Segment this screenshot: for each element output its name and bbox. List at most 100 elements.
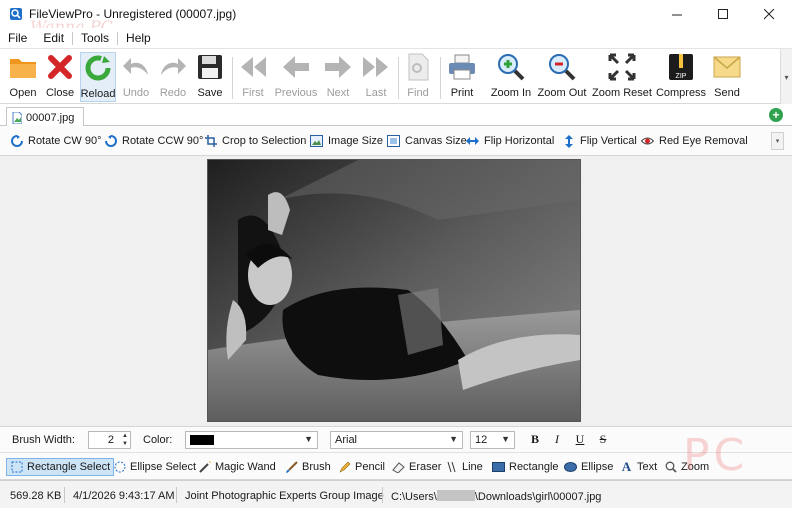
zoom-tool-icon (664, 461, 677, 474)
bold-button[interactable]: B (528, 432, 542, 448)
minimize-icon (671, 14, 682, 15)
arrow-left-icon (281, 52, 311, 82)
save-button[interactable]: Save (194, 52, 226, 102)
crop-icon (204, 135, 217, 148)
crop-to-selection-button[interactable]: Crop to Selection (204, 133, 306, 149)
chevron-down-icon: ▼ (304, 434, 313, 444)
rectangle-select-icon (10, 461, 23, 474)
floppy-disk-icon (195, 52, 225, 82)
file-path: C:\Users\ \Downloads\girl\00007.jpg (391, 490, 602, 503)
canvas-size-button[interactable]: Canvas Size (387, 133, 467, 149)
watermark-pc: PC (683, 430, 749, 481)
arrow-right-icon (323, 52, 353, 82)
zoom-reset-button[interactable]: Zoom Reset (592, 52, 652, 102)
toolbar-divider (232, 57, 233, 99)
first-icon (238, 52, 268, 82)
find-icon (403, 52, 433, 82)
tool-ellipse-select[interactable]: Ellipse Select (110, 458, 199, 476)
last-button[interactable]: Last (360, 52, 392, 102)
rectangle-icon (492, 461, 505, 474)
title-bar: FileViewPro - Unregistered (00007.jpg) (0, 0, 792, 28)
rotate-cw-button[interactable]: Rotate CW 90° (10, 133, 101, 149)
flip-vertical-button[interactable]: Flip Vertical (562, 133, 637, 149)
red-eye-removal-button[interactable]: Red Eye Removal (641, 133, 748, 149)
tool-rectangle[interactable]: Rectangle (489, 458, 562, 476)
close-file-button[interactable]: Close (44, 52, 76, 102)
flip-vertical-icon (562, 134, 575, 148)
folder-icon (8, 52, 38, 82)
image-edit-toolbar: Rotate CW 90° Rotate CCW 90° Crop to Sel… (0, 126, 792, 156)
ellipse-select-icon (113, 461, 126, 474)
edit-toolbar-overflow-button[interactable]: ▾ (771, 132, 784, 150)
tool-magic-wand[interactable]: Magic Wand (195, 458, 279, 476)
image-canvas (0, 156, 792, 426)
undo-button[interactable]: Undo (120, 52, 152, 102)
tool-line[interactable]: Line (442, 458, 486, 476)
redo-button[interactable]: Redo (156, 52, 190, 102)
image-size-icon (310, 135, 323, 148)
tool-rectangle-select[interactable]: Rectangle Select (6, 458, 115, 476)
compress-button[interactable]: ZIP Compress (656, 52, 706, 102)
reload-icon (83, 53, 113, 83)
zoom-reset-icon (607, 52, 637, 82)
previous-button[interactable]: Previous (274, 52, 318, 102)
underline-button[interactable]: U (573, 432, 587, 448)
tool-pencil[interactable]: Pencil (335, 458, 388, 476)
flip-horizontal-button[interactable]: Flip Horizontal (466, 133, 554, 149)
send-button[interactable]: Send (711, 52, 743, 102)
brush-width-label: Brush Width: (12, 434, 75, 446)
tool-brush[interactable]: Brush (282, 458, 334, 476)
open-button[interactable]: Open (6, 52, 40, 102)
print-button[interactable]: Print (446, 52, 478, 102)
zoom-out-button[interactable]: Zoom Out (537, 52, 587, 102)
font-size-dropdown[interactable]: 12 ▼ (470, 431, 515, 449)
svg-text:ZIP: ZIP (676, 73, 687, 80)
color-dropdown[interactable]: ▼ (185, 431, 318, 449)
add-tab-button[interactable]: + (769, 108, 783, 122)
toolbar-divider (398, 57, 399, 99)
redacted-username (436, 490, 475, 501)
undo-icon (121, 52, 151, 82)
toolbar-overflow-button[interactable]: ▾ (780, 49, 792, 105)
text-tool-icon: A (621, 459, 632, 474)
italic-button[interactable]: I (550, 432, 564, 448)
tool-eraser[interactable]: Eraser (389, 458, 444, 476)
status-bar: 569.28 KB 4/1/2026 9:43:17 AM Joint Phot… (0, 480, 792, 508)
eraser-icon (392, 461, 405, 474)
maximize-button[interactable] (700, 0, 746, 28)
tool-ellipse[interactable]: Ellipse (561, 458, 616, 476)
canvas-size-icon (387, 135, 400, 148)
brush-options-bar: Brush Width: 2 ▲ ▼ Color: ▼ Arial ▼ 12 ▼ … (0, 426, 792, 452)
menu-edit[interactable]: Edit (35, 31, 72, 45)
font-family-dropdown[interactable]: Arial ▼ (330, 431, 463, 449)
magic-wand-icon (198, 461, 211, 474)
reload-button[interactable]: Reload (80, 52, 116, 102)
menu-help[interactable]: Help (118, 31, 159, 45)
app-icon (10, 8, 22, 20)
brush-width-stepper[interactable]: 2 ▲ ▼ (88, 431, 131, 449)
tab-00007-jpg[interactable]: 00007.jpg (6, 107, 84, 127)
rotate-ccw-icon (104, 135, 117, 148)
file-type: Joint Photographic Experts Group Image (185, 490, 384, 502)
close-window-button[interactable] (746, 0, 792, 28)
image-size-button[interactable]: Image Size (310, 133, 383, 149)
rotate-ccw-button[interactable]: Rotate CCW 90° (104, 133, 203, 149)
file-size: 569.28 KB (10, 490, 62, 502)
next-button[interactable]: Next (323, 52, 353, 102)
displayed-image[interactable] (207, 159, 581, 422)
first-button[interactable]: First (237, 52, 269, 102)
menu-tools[interactable]: Tools (73, 31, 117, 45)
minimize-button[interactable] (654, 0, 700, 28)
zoom-out-icon (547, 52, 577, 82)
tool-text[interactable]: A Text (617, 458, 660, 476)
red-x-icon (45, 52, 75, 82)
pencil-icon (338, 461, 351, 474)
zoom-in-button[interactable]: Zoom In (489, 52, 533, 102)
strikethrough-button[interactable]: S (596, 432, 610, 448)
brush-icon (285, 461, 298, 474)
stepper-arrows-icon[interactable]: ▲ ▼ (122, 432, 128, 448)
menu-file[interactable]: File (0, 31, 35, 45)
status-divider (64, 487, 65, 503)
find-button[interactable]: Find (404, 52, 432, 102)
color-label: Color: (143, 434, 173, 446)
